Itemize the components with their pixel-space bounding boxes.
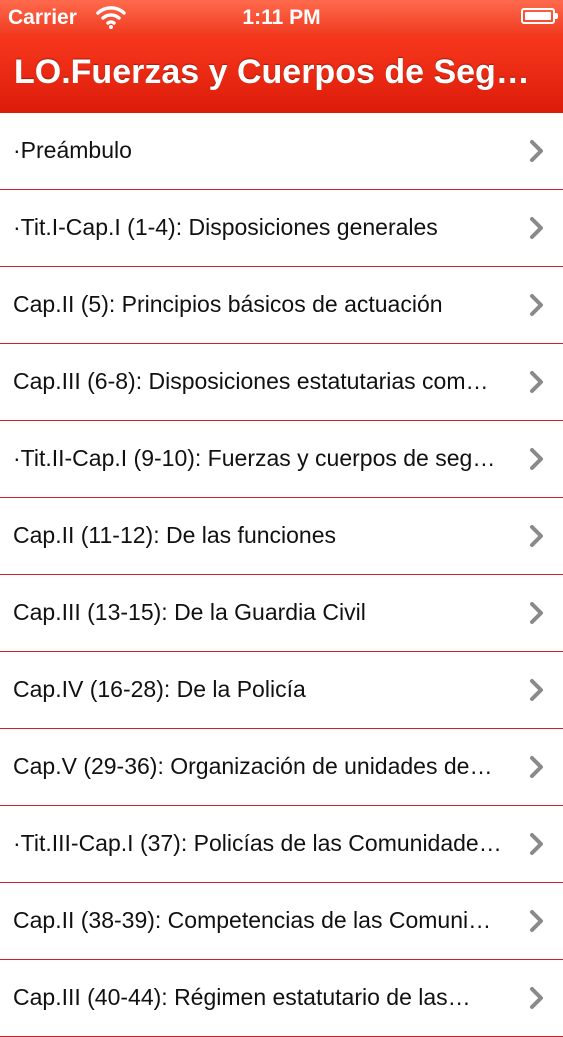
list-item-label: Cap.III (40-44): Régimen estatutario de … <box>13 984 471 1010</box>
chevron-right-icon <box>530 679 543 701</box>
chevron-right-icon <box>530 525 543 547</box>
list-item-label: Cap.III (13-15): De la Guardia Civil <box>13 599 366 625</box>
list-item[interactable]: ·Tit.III-Cap.I (37): Policías de las Com… <box>0 806 563 883</box>
list-item[interactable]: Cap.II (5): Principios básicos de actuac… <box>0 267 563 344</box>
list-item-label: ·Tit.I-Cap.I (1-4): Disposiciones genera… <box>13 214 438 240</box>
list-item[interactable]: Cap.V (29-36): Organización de unidades … <box>0 729 563 806</box>
list-item-label: ·Preámbulo <box>13 137 132 163</box>
list-item[interactable]: Cap.II (38-39): Competencias de las Comu… <box>0 883 563 960</box>
chevron-right-icon <box>530 987 543 1009</box>
list-item-label: Cap.II (5): Principios básicos de actuac… <box>13 291 443 317</box>
chevron-right-icon <box>530 602 543 624</box>
list-item[interactable]: Cap.II (11-12): De las funciones <box>0 498 563 575</box>
list-item-label: Cap.II (38-39): Competencias de las Comu… <box>13 907 492 933</box>
status-time: 1:11 PM <box>242 6 321 29</box>
chevron-right-icon <box>530 756 543 778</box>
list-item-label: ·Tit.II-Cap.I (9-10): Fuerzas y cuerpos … <box>13 445 496 471</box>
list-item-label: Cap.V (29-36): Organización de unidades … <box>13 753 493 779</box>
list-item[interactable]: ·Tit.I-Cap.I (1-4): Disposiciones genera… <box>0 190 563 267</box>
list-item-label: ·Tit.III-Cap.I (37): Policías de las Com… <box>13 830 502 856</box>
list-item-label: Cap.II (11-12): De las funciones <box>13 522 337 548</box>
page-title: LO.Fuerzas y Cuerpos de Seg… <box>14 53 530 91</box>
chevron-right-icon <box>530 294 543 316</box>
chevron-right-icon <box>530 217 543 239</box>
chapter-list: ·Preámbulo ·Tit.I-Cap.I (1-4): Disposicio… <box>0 113 563 1037</box>
chevron-right-icon <box>530 833 543 855</box>
list-item[interactable]: Cap.IV (16-28): De la Policía <box>0 652 563 729</box>
navigation-bar: LO.Fuerzas y Cuerpos de Seg… <box>0 36 563 113</box>
list-item[interactable]: ·Preámbulo <box>0 113 563 190</box>
chevron-right-icon <box>530 910 543 932</box>
chevron-right-icon <box>530 371 543 393</box>
chevron-right-icon <box>530 140 543 162</box>
list-item[interactable]: ·Tit.II-Cap.I (9-10): Fuerzas y cuerpos … <box>0 421 563 498</box>
list-item[interactable]: Cap.III (40-44): Régimen estatutario de … <box>0 960 563 1037</box>
battery-icon <box>521 8 558 24</box>
list-item-label: Cap.IV (16-28): De la Policía <box>13 676 306 702</box>
status-bar: Carrier 1:11 PM <box>0 0 563 36</box>
list-item-label: Cap.III (6-8): Disposiciones estatutaria… <box>13 368 489 394</box>
list-item[interactable]: Cap.III (13-15): De la Guardia Civil <box>0 575 563 652</box>
chevron-right-icon <box>530 448 543 470</box>
list-item[interactable]: Cap.III (6-8): Disposiciones estatutaria… <box>0 344 563 421</box>
